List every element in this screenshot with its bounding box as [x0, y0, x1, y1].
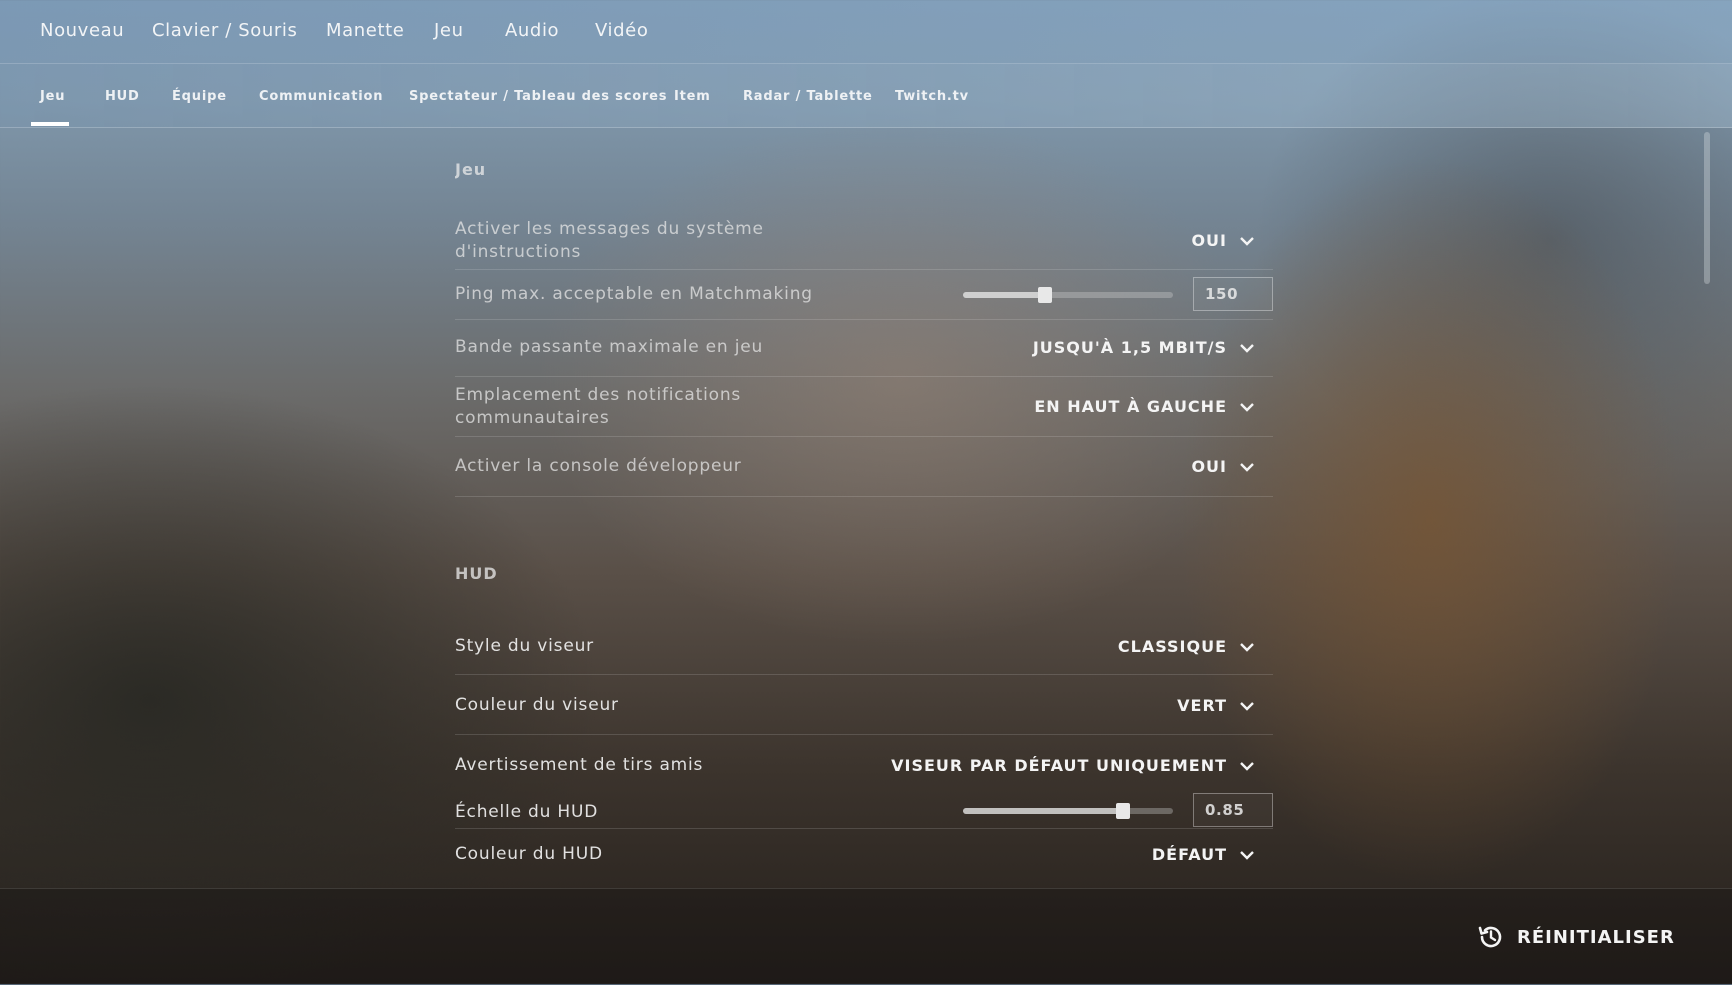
chevron-down-icon: [1240, 236, 1254, 246]
hud-scale-value-input[interactable]: 0.85: [1193, 793, 1273, 827]
dropdown-value: EN HAUT À GAUCHE: [1034, 397, 1227, 416]
setting-label: Ping max. acceptable en Matchmaking: [455, 284, 813, 304]
section-title-hud: HUD: [455, 564, 498, 583]
dropdown-value: VERT: [1177, 696, 1227, 715]
main-nav: Nouveau Clavier / Souris Manette Jeu Aud…: [0, 0, 1732, 64]
settings-panel: Jeu Activer les messages du système d'in…: [455, 127, 1273, 888]
nav-item-audio[interactable]: Audio: [505, 20, 559, 41]
instructions-dropdown[interactable]: OUI: [1191, 231, 1255, 250]
tab-communication[interactable]: Communication: [259, 89, 383, 104]
dropdown-value: OUI: [1191, 457, 1227, 476]
chevron-down-icon: [1240, 642, 1254, 652]
section-title-jeu: Jeu: [455, 160, 487, 179]
setting-row-console: Activer la console développeur OUI: [455, 437, 1273, 497]
reset-label: RÉINITIALISER: [1517, 926, 1675, 948]
crosshair-style-dropdown[interactable]: CLASSIQUE: [1118, 637, 1255, 656]
setting-label: Activer la console développeur: [455, 456, 742, 476]
tab-equipe[interactable]: Équipe: [172, 89, 227, 104]
tab-hud[interactable]: HUD: [105, 89, 140, 104]
setting-label: Activer les messages du système d'instru…: [455, 219, 764, 262]
dropdown-value: OUI: [1191, 231, 1227, 250]
setting-label: Avertissement de tirs amis: [455, 755, 704, 775]
crosshair-color-dropdown[interactable]: VERT: [1177, 696, 1255, 715]
ping-slider[interactable]: [963, 287, 1173, 303]
setting-row-notifications: Emplacement des notifications communauta…: [455, 377, 1273, 437]
slider-fill: [963, 292, 1045, 298]
slider-thumb[interactable]: [1037, 287, 1052, 303]
active-tab-indicator: [31, 122, 69, 126]
setting-label: Bande passante maximale en jeu: [455, 337, 764, 357]
history-icon: [1478, 926, 1502, 948]
chevron-down-icon: [1240, 343, 1254, 353]
console-dropdown[interactable]: OUI: [1191, 457, 1255, 476]
chevron-down-icon: [1240, 402, 1254, 412]
dropdown-value: VISEUR PAR DÉFAUT UNIQUEMENT: [891, 756, 1227, 775]
reset-button[interactable]: RÉINITIALISER: [1477, 923, 1675, 951]
nav-item-jeu[interactable]: Jeu: [434, 20, 464, 41]
friendly-fire-dropdown[interactable]: VISEUR PAR DÉFAUT UNIQUEMENT: [891, 756, 1255, 775]
dropdown-value: CLASSIQUE: [1117, 637, 1227, 656]
setting-row-bandwidth: Bande passante maximale en jeu JUSQU'À 1…: [455, 320, 1273, 377]
setting-row-ping: Ping max. acceptable en Matchmaking 150: [455, 270, 1273, 320]
tab-radar-tablette[interactable]: Radar / Tablette: [743, 89, 873, 104]
nav-item-clavier-souris[interactable]: Clavier / Souris: [152, 20, 297, 41]
bandwidth-dropdown[interactable]: JUSQU'À 1,5 MBIT/S: [1033, 338, 1255, 357]
chevron-down-icon: [1240, 462, 1254, 472]
tab-twitch[interactable]: Twitch.tv: [895, 89, 969, 104]
setting-row-hud-color: Couleur du HUD DÉFAUT: [455, 829, 1273, 888]
ping-value-input[interactable]: 150: [1193, 277, 1273, 311]
hud-color-dropdown[interactable]: DÉFAUT: [1152, 845, 1255, 864]
nav-item-nouveau[interactable]: Nouveau: [40, 20, 124, 41]
chevron-down-icon: [1240, 701, 1254, 711]
nav-item-video[interactable]: Vidéo: [595, 20, 648, 41]
nav-item-manette[interactable]: Manette: [326, 20, 404, 41]
slider-thumb[interactable]: [1115, 803, 1130, 819]
tab-spectateur[interactable]: Spectateur / Tableau des scores: [409, 89, 667, 104]
setting-label: Couleur du viseur: [455, 695, 619, 715]
chevron-down-icon: [1240, 850, 1254, 860]
hud-scale-slider[interactable]: [963, 803, 1173, 819]
footer-bar: [0, 888, 1732, 985]
slider-fill: [963, 808, 1123, 814]
setting-row-friendly-fire: Avertissement de tirs amis VISEUR PAR DÉ…: [455, 735, 1273, 783]
dropdown-value: JUSQU'À 1,5 MBIT/S: [1032, 338, 1227, 357]
tab-item[interactable]: Item: [674, 89, 711, 104]
setting-label: Style du viseur: [455, 636, 594, 656]
notifications-dropdown[interactable]: EN HAUT À GAUCHE: [1034, 397, 1255, 416]
chevron-down-icon: [1240, 761, 1254, 771]
setting-row-instructions: Activer les messages du système d'instru…: [455, 214, 1273, 270]
setting-row-crosshair-style: Style du viseur CLASSIQUE: [455, 615, 1273, 675]
settings-subnav: Jeu HUD Équipe Communication Spectateur …: [0, 64, 1732, 128]
tab-jeu[interactable]: Jeu: [40, 89, 65, 104]
scrollbar[interactable]: [1704, 132, 1710, 284]
setting-label: Emplacement des notifications communauta…: [455, 385, 742, 428]
setting-row-hud-scale: Échelle du HUD 0.85: [455, 783, 1273, 829]
setting-label: Échelle du HUD: [455, 802, 599, 822]
setting-label: Couleur du HUD: [455, 844, 603, 864]
setting-row-crosshair-color: Couleur du viseur VERT: [455, 675, 1273, 735]
dropdown-value: DÉFAUT: [1151, 845, 1227, 864]
